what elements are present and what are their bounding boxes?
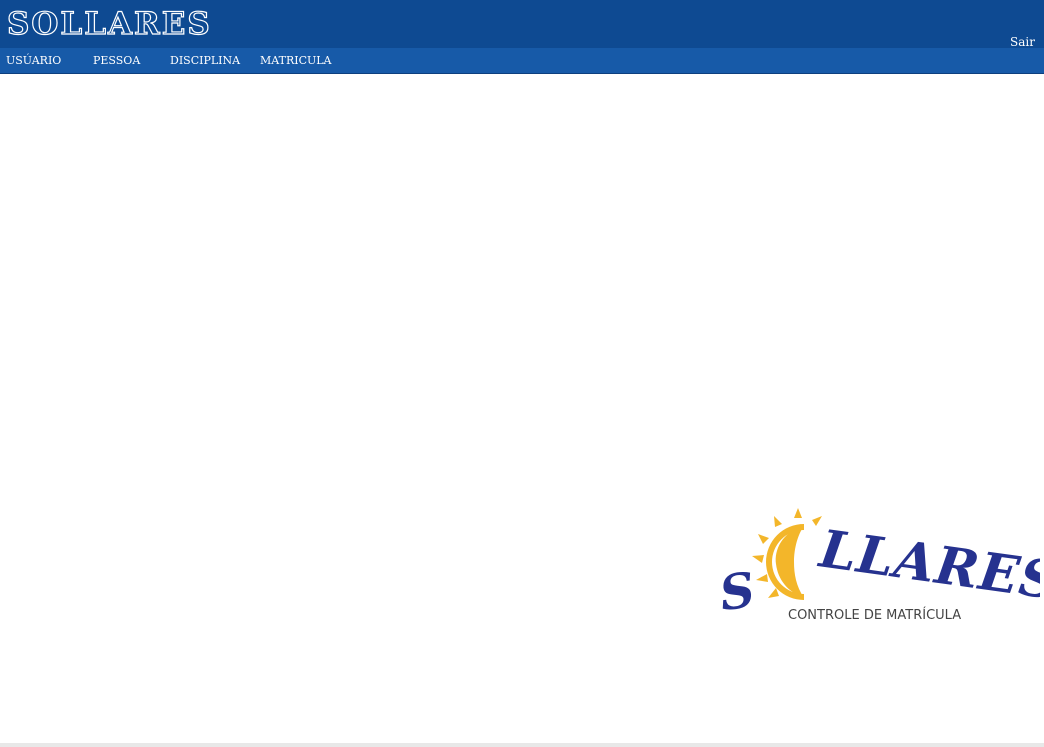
- svg-text:LLARES: LLARES: [814, 518, 1040, 612]
- brand-title: SOLLARES: [6, 5, 212, 42]
- top-header: SOLLARES Sair: [0, 0, 1044, 49]
- nav-item-pessoa[interactable]: PESSOA: [93, 54, 140, 67]
- nav-item-matricula[interactable]: MATRICULA: [260, 54, 332, 67]
- sun-icon: [752, 508, 822, 600]
- main-nav: USÚARIO PESSOA DISCIPLINA MATRICULA: [0, 48, 1044, 74]
- logo-subtitle: CONTROLE DE MATRÍCULA: [788, 607, 961, 623]
- footer-bar: [0, 743, 1044, 747]
- nav-item-usuario[interactable]: USÚARIO: [6, 54, 61, 67]
- svg-text:S: S: [718, 562, 758, 622]
- sollares-logo: S LLARES CONTROLE DE MATRÍCULA: [718, 508, 1040, 623]
- logout-link[interactable]: Sair: [1010, 35, 1035, 49]
- nav-item-disciplina[interactable]: DISCIPLINA: [170, 54, 240, 67]
